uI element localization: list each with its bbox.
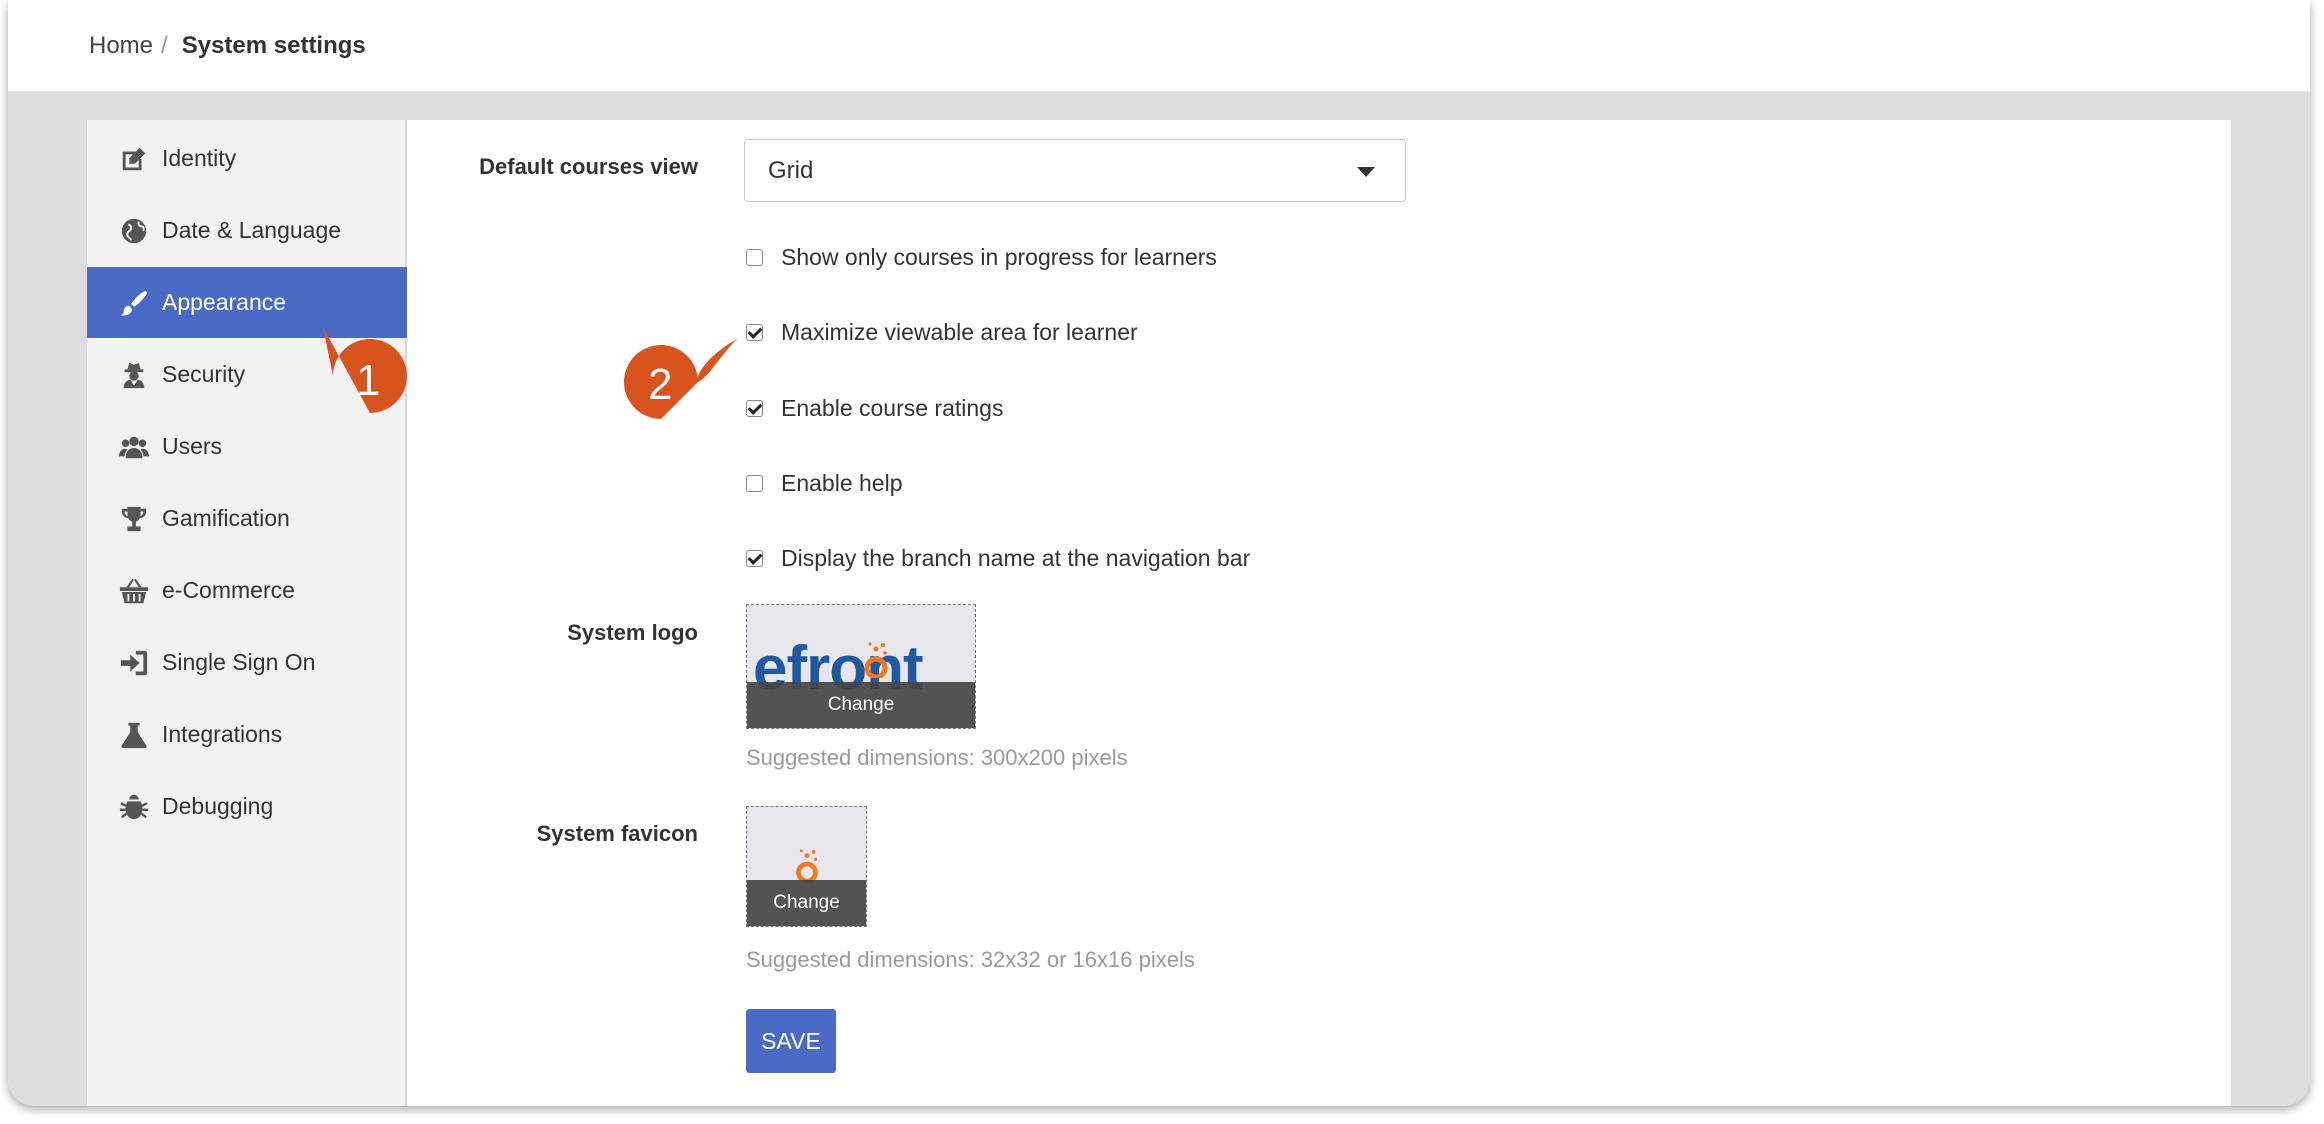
checkbox-box[interactable]	[746, 249, 763, 266]
basket-icon	[118, 575, 150, 607]
sidebar-item-single-sign-on[interactable]: Single Sign On	[87, 627, 407, 698]
checkbox-box[interactable]	[746, 475, 763, 492]
breadcrumb-home[interactable]: Home	[89, 32, 153, 60]
logo-sparkle-icon	[864, 642, 888, 678]
sidebar-item-ecommerce[interactable]: e-Commerce	[87, 555, 407, 626]
edit-icon	[118, 143, 150, 175]
checkbox-label: Show only courses in progress for learne…	[781, 244, 1217, 270]
callout-number-2: 2	[648, 360, 673, 409]
chevron-down-icon	[1357, 167, 1375, 177]
system-favicon-label: System favicon	[536, 821, 698, 846]
settings-sidebar: Identity Date & Language Appearance Secu…	[87, 120, 407, 1106]
sidebar-item-date-language[interactable]: Date & Language	[87, 195, 407, 266]
logo-hint: Suggested dimensions: 300x200 pixels	[746, 745, 1128, 770]
sidebar-item-label: Gamification	[162, 505, 290, 531]
breadcrumb-current: System settings	[181, 31, 366, 59]
sidebar-item-label: Date & Language	[162, 217, 342, 243]
callout-badge-2	[624, 339, 737, 419]
checkbox-enable-help[interactable]: Enable help	[746, 470, 903, 497]
bug-icon	[118, 791, 150, 823]
sidebar-item-users[interactable]: Users	[87, 411, 407, 482]
checkbox-box[interactable]	[746, 400, 763, 417]
sidebar-item-label: Debugging	[162, 793, 274, 819]
favicon-hint: Suggested dimensions: 32x32 or 16x16 pix…	[746, 947, 1195, 972]
sidebar-item-label: e-Commerce	[162, 577, 295, 603]
sign-in-icon	[118, 647, 150, 679]
paintbrush-icon	[118, 287, 150, 319]
default-view-label: Default courses view	[479, 154, 698, 179]
favicon-change-button[interactable]: Change	[747, 880, 866, 926]
checkbox-maximize-area[interactable]: Maximize viewable area for learner	[746, 319, 1138, 346]
checkbox-course-ratings[interactable]: Enable course ratings	[746, 395, 1003, 422]
app-window: Home / System settings Identity Date & L…	[8, 0, 2310, 1106]
checkbox-box[interactable]	[746, 550, 763, 567]
sidebar-item-label: Integrations	[162, 721, 283, 747]
sidebar-item-label: Identity	[162, 145, 237, 171]
checkbox-label: Enable help	[781, 470, 903, 496]
sidebar-item-label: Single Sign On	[162, 649, 316, 675]
checkbox-label: Display the branch name at the navigatio…	[781, 545, 1251, 571]
users-icon	[118, 431, 150, 463]
callout-number-1: 1	[356, 356, 381, 405]
default-view-select[interactable]: Grid	[744, 139, 1406, 202]
user-secret-icon	[118, 359, 150, 391]
sidebar-item-label: Appearance	[162, 289, 287, 315]
sidebar-item-integrations[interactable]: Integrations	[87, 699, 407, 770]
checkbox-label: Enable course ratings	[781, 395, 1004, 421]
favicon-image	[796, 849, 818, 883]
system-logo-label: System logo	[567, 620, 698, 645]
breadcrumb-separator: /	[161, 31, 168, 59]
globe-icon	[118, 215, 150, 247]
checkbox-box[interactable]	[746, 324, 763, 341]
sidebar-item-debugging[interactable]: Debugging	[87, 771, 407, 842]
sidebar-item-identity[interactable]: Identity	[87, 123, 407, 194]
settings-panel: Identity Date & Language Appearance Secu…	[87, 120, 2231, 1106]
checkbox-show-in-progress[interactable]: Show only courses in progress for learne…	[746, 244, 1217, 271]
logo-change-button[interactable]: Change	[747, 682, 975, 728]
sidebar-item-label: Security	[162, 361, 246, 387]
checkbox-label: Maximize viewable area for learner	[781, 319, 1138, 345]
checkbox-branch-name[interactable]: Display the branch name at the navigatio…	[746, 545, 1250, 572]
flask-icon	[118, 719, 150, 751]
sidebar-item-gamification[interactable]: Gamification	[87, 483, 407, 554]
breadcrumb: Home / System settings	[8, 0, 2310, 92]
system-favicon-upload[interactable]: Change	[746, 806, 867, 927]
sidebar-item-label: Users	[162, 433, 223, 459]
default-view-value: Grid	[768, 156, 814, 184]
trophy-icon	[118, 503, 150, 535]
save-button[interactable]: SAVE	[746, 1009, 836, 1073]
system-logo-upload[interactable]: efront Change	[746, 604, 976, 729]
